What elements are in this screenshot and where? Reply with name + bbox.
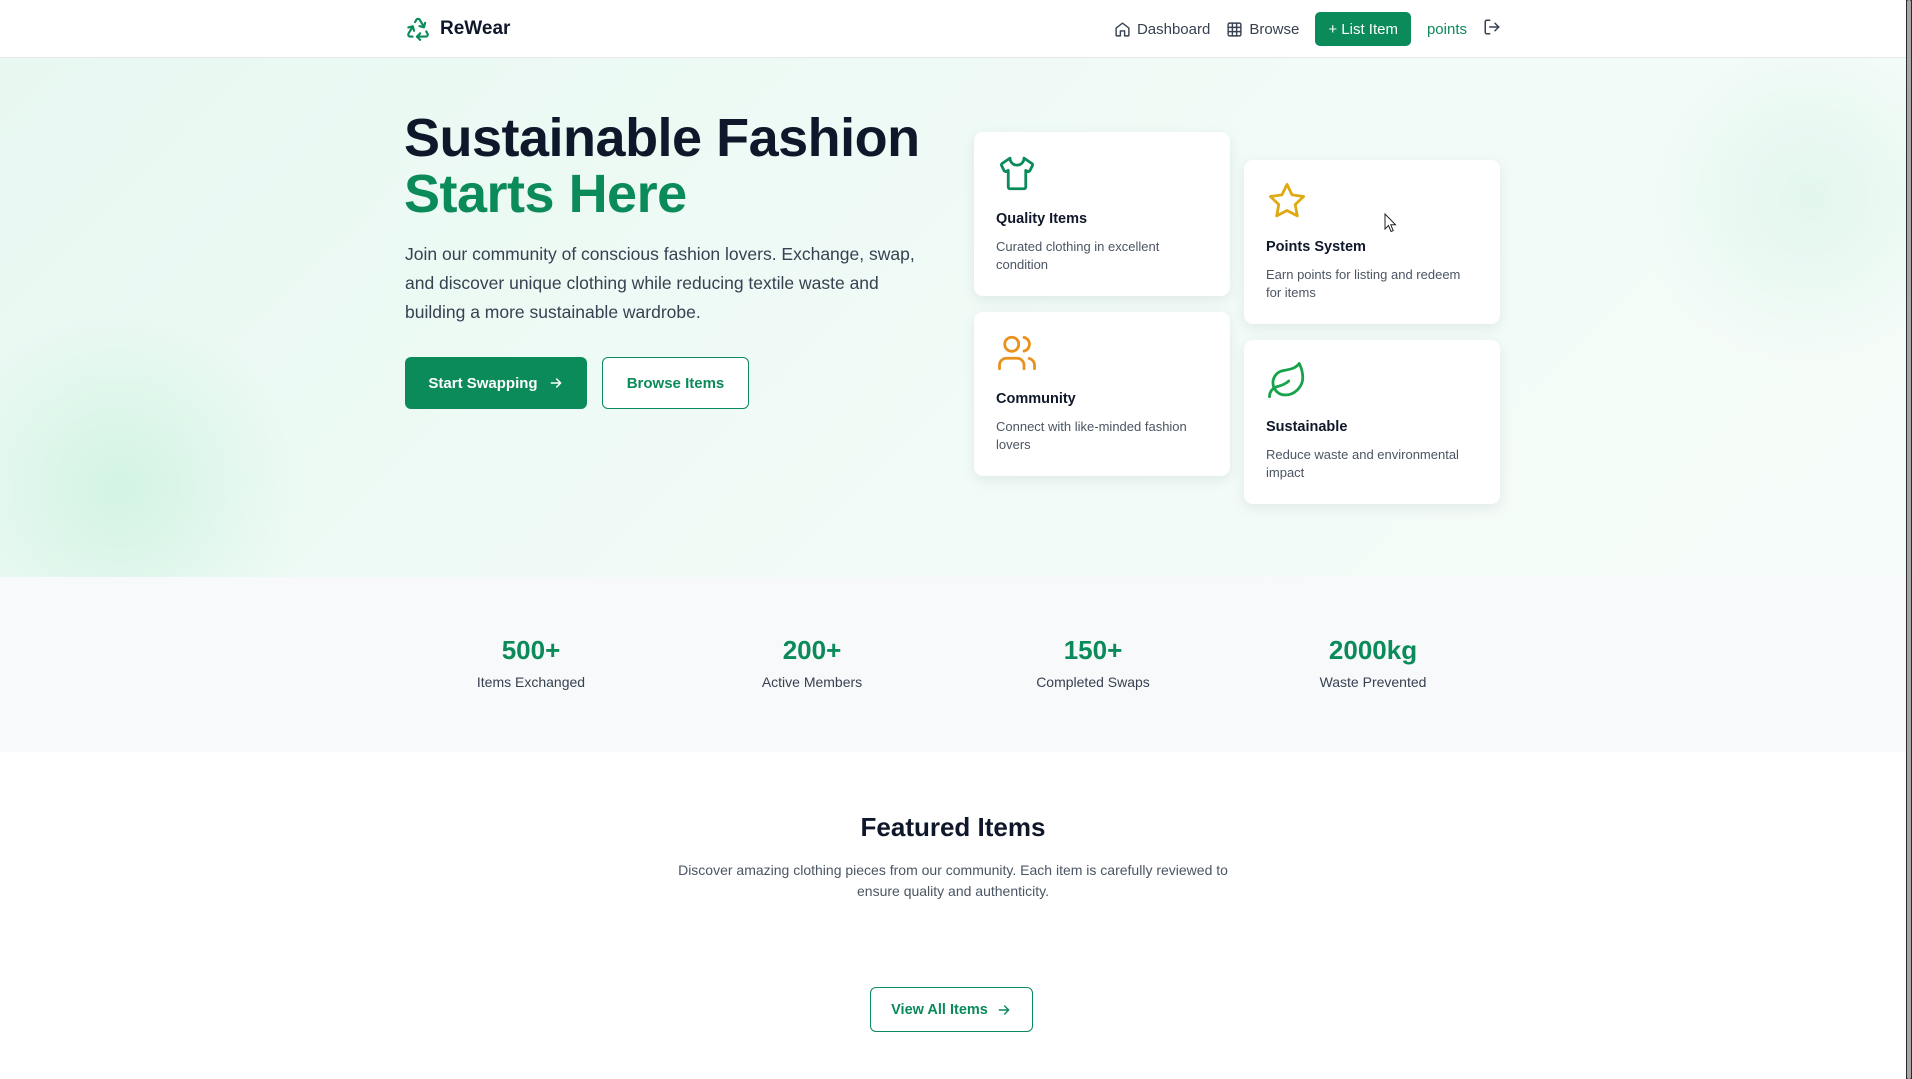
stat-waste-prevented: 2000kg Waste Prevented: [1273, 635, 1473, 690]
hero-title-line2: Starts Here: [404, 164, 687, 224]
stat-value: 200+: [782, 635, 842, 665]
list-item-button[interactable]: + List Item: [1315, 12, 1411, 46]
view-all-items-label: View All Items: [891, 1001, 988, 1018]
stat-label: Completed Swaps: [1036, 674, 1150, 690]
feature-title: Community: [996, 391, 1076, 407]
leaf-icon: [1268, 362, 1305, 399]
nav-dashboard-label: Dashboard: [1136, 20, 1211, 38]
shirt-icon: [1000, 156, 1034, 191]
feature-card-sustainable: Sustainable Reduce waste and environment…: [1244, 340, 1500, 504]
brand-name: ReWear: [440, 18, 511, 39]
feature-description: Reduce waste and environmental impact: [1266, 447, 1459, 480]
nav-browse-label: Browse: [1249, 20, 1300, 38]
stat-items-exchanged: 500+ Items Exchanged: [431, 635, 631, 690]
recycle-icon: [407, 17, 429, 41]
stat-label: Waste Prevented: [1319, 674, 1427, 690]
feature-title: Quality Items: [996, 211, 1088, 227]
start-swapping-label: Start Swapping: [428, 374, 538, 392]
mouse-cursor-icon: [1384, 213, 1397, 233]
decorative-blob: [0, 308, 300, 577]
stat-label: Active Members: [761, 674, 863, 690]
decorative-blob: [1640, 58, 1906, 368]
hero-title: Sustainable Fashion Starts Here: [404, 110, 920, 222]
stat-completed-swaps: 150+ Completed Swaps: [993, 635, 1193, 690]
feature-description: Connect with like-minded fashion lovers: [996, 419, 1187, 452]
featured-title: Featured Items: [860, 812, 1046, 842]
feature-description: Earn points for listing and redeem for i…: [1266, 267, 1461, 300]
feature-card-community: Community Connect with like-minded fashi…: [974, 312, 1230, 476]
logo[interactable]: ReWear: [405, 16, 510, 42]
feature-description: Curated clothing in excellent condition: [996, 239, 1160, 272]
stat-label: Items Exchanged: [476, 674, 586, 690]
stat-active-members: 200+ Active Members: [712, 635, 912, 690]
stat-value: 150+: [1063, 635, 1123, 665]
hero-description: Join our community of conscious fashion …: [405, 244, 915, 322]
logout-icon: [1484, 19, 1500, 34]
feature-title: Sustainable: [1266, 419, 1348, 435]
top-nav: ReWear Dashboard Browse + List Item poin…: [0, 0, 1906, 58]
scrollbar-thumb[interactable]: [1907, 0, 1911, 1079]
star-icon: [1268, 182, 1306, 218]
start-swapping-button[interactable]: Start Swapping: [405, 357, 587, 409]
hero-title-line1: Sustainable Fashion: [404, 108, 920, 168]
view-all-items-button[interactable]: View All Items: [870, 987, 1033, 1032]
nav-dashboard[interactable]: Dashboard: [1114, 21, 1210, 38]
list-item-label: + List Item: [1328, 20, 1398, 38]
page-scrollbar[interactable]: [1906, 0, 1912, 1079]
logout-button[interactable]: [1483, 18, 1501, 41]
stat-value: 500+: [501, 635, 561, 665]
home-icon: [1115, 21, 1130, 37]
feature-title: Points System: [1266, 239, 1366, 255]
feature-card-points: Points System Earn points for listing an…: [1244, 160, 1500, 324]
featured-description: Discover amazing clothing pieces from ou…: [678, 862, 1228, 899]
browse-items-label: Browse Items: [626, 374, 725, 392]
page: ReWear Dashboard Browse + List Item poin…: [0, 0, 1906, 1079]
users-icon: [998, 335, 1036, 371]
feature-card-quality: Quality Items Curated clothing in excell…: [974, 132, 1230, 296]
arrow-right-icon: [550, 378, 561, 388]
arrow-right-icon: [998, 1004, 1010, 1015]
points-link[interactable]: points: [1427, 21, 1467, 38]
grid-icon: [1227, 21, 1242, 37]
browse-items-button[interactable]: Browse Items: [602, 357, 749, 409]
stat-value: 2000kg: [1328, 635, 1418, 665]
nav-links: Dashboard Browse + List Item points: [1114, 12, 1501, 46]
nav-browse[interactable]: Browse: [1226, 21, 1299, 38]
hero-section: [0, 58, 1906, 577]
stats-section: 500+ Items Exchanged 200+ Active Members…: [0, 577, 1906, 752]
